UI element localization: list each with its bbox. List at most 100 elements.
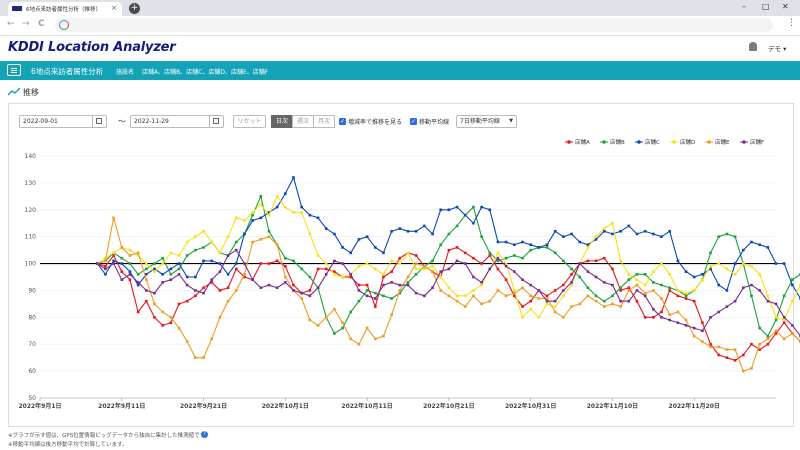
x-tick-label: 2022年9月1日 — [18, 402, 61, 410]
data-point — [472, 275, 475, 279]
data-point — [529, 283, 532, 287]
data-point — [112, 259, 115, 263]
data-point — [627, 289, 631, 292]
data-point — [594, 299, 598, 303]
data-point — [537, 316, 541, 319]
data-point — [504, 256, 508, 260]
data-point — [733, 273, 737, 276]
legend-swatch-dot — [707, 140, 711, 144]
data-point — [145, 262, 148, 265]
data-point — [153, 270, 156, 273]
data-point — [120, 262, 124, 265]
data-point — [668, 289, 671, 292]
data-point — [104, 259, 107, 263]
data-point — [414, 267, 418, 271]
data-point — [570, 267, 573, 271]
data-point — [373, 267, 377, 271]
y-tick-label: 90 — [28, 287, 36, 294]
data-point — [741, 369, 745, 373]
help-icon[interactable]: ? — [201, 431, 208, 438]
data-point — [635, 273, 639, 276]
x-tick-label: 2022年9月11日 — [98, 402, 145, 410]
data-point — [365, 289, 369, 292]
data-point — [521, 278, 524, 281]
data-point — [153, 262, 156, 265]
data-point — [791, 278, 794, 281]
data-point — [643, 316, 647, 319]
data-point — [570, 305, 573, 308]
data-point — [725, 348, 729, 351]
data-point — [251, 278, 254, 281]
data-point — [120, 278, 124, 281]
data-point — [145, 299, 148, 303]
series-5 — [95, 216, 800, 373]
data-point — [243, 262, 246, 265]
data-point — [406, 275, 410, 279]
data-point — [341, 275, 344, 279]
data-point — [791, 299, 794, 303]
data-point — [684, 318, 688, 322]
data-point — [611, 283, 614, 287]
data-point — [758, 243, 761, 247]
data-point — [701, 273, 704, 276]
data-point — [324, 262, 328, 265]
data-point — [373, 337, 377, 341]
data-point — [733, 299, 737, 303]
data-point — [373, 246, 377, 249]
legend-swatch-dot — [672, 140, 676, 144]
data-point — [169, 321, 173, 325]
data-point — [324, 227, 328, 230]
data-point — [398, 227, 402, 230]
data-point — [161, 324, 164, 327]
data-point — [218, 270, 222, 273]
data-point — [627, 273, 631, 276]
data-point — [488, 267, 492, 271]
data-point — [423, 224, 426, 228]
data-point — [594, 259, 598, 263]
data-point — [782, 318, 786, 322]
data-point — [447, 232, 451, 236]
data-point — [472, 289, 475, 292]
data-point — [267, 235, 271, 238]
data-point — [439, 275, 443, 279]
data-point — [562, 283, 565, 287]
data-point — [333, 332, 336, 335]
data-point — [308, 213, 312, 217]
data-point — [741, 353, 745, 357]
data-point — [643, 291, 647, 295]
data-point — [480, 235, 483, 238]
y-tick-label: 100 — [25, 261, 37, 268]
data-point — [611, 221, 614, 225]
data-point — [619, 286, 622, 290]
data-point — [521, 256, 524, 260]
data-point — [660, 235, 663, 238]
data-point — [169, 251, 173, 255]
y-tick-label: 80 — [28, 314, 36, 321]
data-point — [455, 294, 459, 298]
data-point — [365, 326, 369, 330]
data-point — [284, 275, 287, 279]
data-point — [750, 367, 753, 370]
data-point — [717, 310, 721, 314]
data-point — [447, 294, 451, 298]
data-point — [226, 299, 230, 303]
data-point — [611, 232, 614, 236]
data-point — [104, 264, 107, 268]
data-point — [324, 316, 328, 319]
data-point — [586, 270, 590, 273]
data-point — [275, 286, 279, 290]
data-point — [529, 307, 532, 311]
data-point — [333, 259, 336, 263]
data-point — [529, 243, 532, 247]
data-point — [194, 356, 197, 359]
data-point — [463, 294, 467, 298]
data-point — [398, 283, 402, 287]
data-point — [210, 278, 214, 281]
data-point — [774, 318, 778, 322]
data-point — [701, 329, 704, 333]
data-point — [570, 273, 573, 276]
data-point — [553, 305, 557, 308]
data-point — [406, 281, 410, 284]
x-tick-label: 2022年9月21日 — [180, 402, 227, 410]
data-point — [185, 240, 189, 244]
